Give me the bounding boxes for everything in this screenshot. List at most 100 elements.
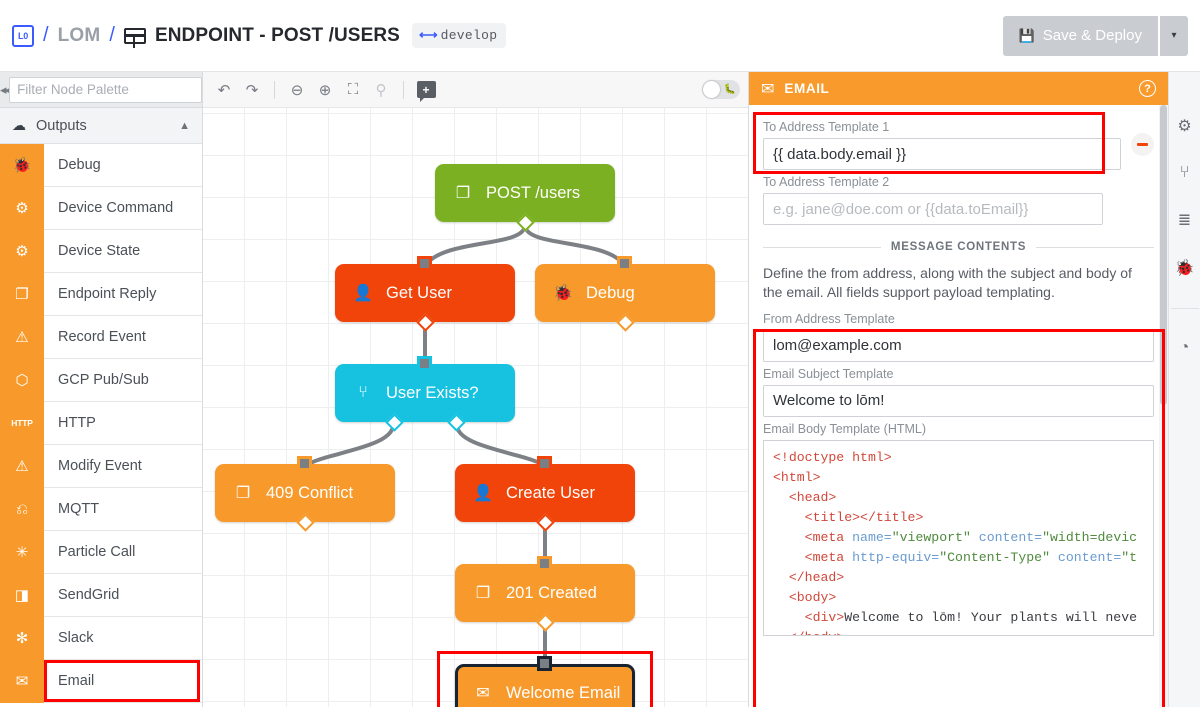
flow-node-label: 201 Created bbox=[506, 583, 597, 602]
palette-item-gcp-pub-sub[interactable]: ⬡ GCP Pub/Sub bbox=[0, 358, 202, 402]
palette-item-label: Slack bbox=[58, 630, 94, 646]
save-options-caret-button[interactable]: ▾ bbox=[1158, 15, 1188, 56]
code-token: <title></title> bbox=[804, 509, 924, 525]
flow-node-label: Get User bbox=[386, 283, 453, 302]
node-config-panel: ✉ EMAIL ? To Address Template 1 To Addre… bbox=[748, 72, 1168, 707]
panel-scrollbar[interactable] bbox=[1159, 105, 1168, 707]
to-address-1-input[interactable] bbox=[763, 138, 1121, 170]
chevron-up-icon[interactable]: ▲ bbox=[179, 120, 190, 132]
canvas-toolbar: ↶ ↷ ⊖ ⊕ ⛶ ⚲ + 🐛 bbox=[203, 72, 748, 108]
to-address-2-label: To Address Template 2 bbox=[763, 175, 890, 189]
branch-badge[interactable]: ⟷ develop bbox=[411, 23, 507, 48]
node-input-port[interactable] bbox=[297, 456, 312, 471]
to-address-2-input[interactable] bbox=[763, 193, 1103, 225]
palette-item-label: Email bbox=[58, 673, 95, 689]
flow-canvas[interactable]: ❐ POST /users 👤 Get User 🐞 Debug ⑂ User Exists?… bbox=[203, 108, 748, 707]
settings-icon[interactable]: ⚙ bbox=[1177, 116, 1191, 136]
fit-screen-button[interactable]: ⛶ bbox=[340, 77, 366, 103]
redo-button[interactable]: ↷ bbox=[239, 77, 265, 103]
email-subject-input[interactable] bbox=[763, 384, 1154, 417]
palette-item-debug[interactable]: 🐞 Debug bbox=[0, 143, 202, 187]
code-token: "t bbox=[1121, 549, 1138, 565]
cloud-icon: ☁ bbox=[12, 117, 26, 133]
email-body-label: Email Body Template (HTML) bbox=[763, 421, 927, 436]
palette-item-device-command[interactable]: ⚙ Device Command bbox=[0, 186, 202, 230]
palette-item-slack[interactable]: ✻ Slack bbox=[0, 616, 202, 660]
message-contents-description: Define the from address, along with the … bbox=[763, 265, 1132, 301]
flow-node-label: POST /users bbox=[486, 183, 581, 202]
zoom-in-button[interactable]: ⊕ bbox=[312, 77, 338, 103]
bug-icon: 🐞 bbox=[553, 285, 573, 302]
zoom-out-button[interactable]: ⊖ bbox=[284, 77, 310, 103]
toolbar-divider-1 bbox=[274, 80, 275, 99]
toolbar-divider-2 bbox=[403, 80, 404, 99]
palette-item-sendgrid[interactable]: ◨ SendGrid bbox=[0, 573, 202, 617]
config-panel-header: ✉ EMAIL ? bbox=[749, 72, 1168, 105]
remove-to-address-button[interactable] bbox=[1131, 133, 1154, 156]
deploy-globe-icon[interactable]: ◔ bbox=[1180, 339, 1190, 357]
save-and-deploy-button[interactable]: 💾 Save & Deploy bbox=[1002, 15, 1158, 56]
modify-event-icon: ⚠ bbox=[0, 444, 44, 488]
node-palette: ◂◂ ☁ Outputs ▲ 🐞 Debug ⚙ Device Command ⚙ Dev… bbox=[0, 72, 203, 707]
data-tables-icon[interactable]: ≣ bbox=[1178, 210, 1191, 230]
collapse-palette-button[interactable]: ◂◂ bbox=[0, 72, 11, 108]
palette-item-label: Record Event bbox=[58, 329, 146, 345]
app-logo[interactable]: L0 bbox=[12, 24, 34, 47]
palette-item-label: Endpoint Reply bbox=[58, 286, 157, 302]
breadcrumb-org[interactable]: LOM bbox=[58, 25, 101, 47]
code-token: <head> bbox=[788, 489, 837, 505]
branch-label: develop bbox=[440, 27, 498, 43]
node-input-port[interactable] bbox=[617, 256, 632, 271]
message-contents-label: MESSAGE CONTENTS bbox=[890, 241, 1027, 253]
node-input-port[interactable] bbox=[537, 656, 552, 671]
branch-icon: ⑂ bbox=[358, 384, 368, 401]
create-user-icon: 👤 bbox=[473, 485, 493, 502]
email-icon: ✉ bbox=[476, 685, 490, 702]
bug-icon: 🐞 bbox=[0, 143, 44, 187]
to-address-1-row: To Address Template 1 bbox=[763, 115, 1154, 170]
debug-icon[interactable]: 🐞 bbox=[1175, 258, 1195, 278]
palette-item-mqtt[interactable]: ⎌ MQTT bbox=[0, 487, 202, 531]
debug-toggle[interactable]: 🐛 bbox=[702, 80, 740, 99]
comment-plus-icon: + bbox=[416, 81, 436, 102]
node-input-port[interactable] bbox=[417, 356, 432, 371]
palette-group-outputs[interactable]: ☁ Outputs ▲ bbox=[0, 108, 202, 144]
email-subject-label: Email Subject Template bbox=[763, 366, 894, 381]
filter-node-palette-input[interactable] bbox=[9, 76, 202, 103]
flow-node-user-exists[interactable]: ⑂ User Exists? bbox=[335, 364, 515, 422]
branch-icon: ⟷ bbox=[418, 27, 438, 42]
palette-item-device-state[interactable]: ⚙ Device State bbox=[0, 229, 202, 273]
panel-scrollbar-thumb[interactable] bbox=[1160, 105, 1167, 405]
http-icon: HTTP bbox=[0, 401, 44, 445]
code-line: <div>Welcome to lōm! Your plants will ne… bbox=[773, 608, 1153, 628]
palette-item-list: 🐞 Debug ⚙ Device Command ⚙ Device State ❐ Endpo… bbox=[0, 143, 202, 703]
from-address-input[interactable] bbox=[763, 329, 1154, 362]
palette-item-email[interactable]: ✉ Email bbox=[0, 659, 202, 703]
node-input-port[interactable] bbox=[537, 456, 552, 471]
palette-item-record-event[interactable]: ⚠ Record Event bbox=[0, 315, 202, 359]
add-comment-button[interactable]: + bbox=[413, 77, 439, 103]
search-icon: ⚲ bbox=[368, 77, 394, 103]
minus-icon bbox=[1137, 143, 1148, 146]
help-icon[interactable]: ? bbox=[1139, 80, 1156, 97]
endpoint-icon bbox=[123, 27, 146, 48]
version-branch-icon[interactable]: ⑂ bbox=[1180, 164, 1190, 182]
node-input-port[interactable] bbox=[537, 556, 552, 571]
node-input-port[interactable] bbox=[417, 256, 432, 271]
palette-toolbar: ◂◂ bbox=[0, 72, 202, 108]
email-icon: ✉ bbox=[0, 659, 44, 703]
palette-item-particle-call[interactable]: ✳ Particle Call bbox=[0, 530, 202, 574]
palette-item-http[interactable]: HTTP HTTP bbox=[0, 401, 202, 445]
palette-item-endpoint-reply[interactable]: ❐ Endpoint Reply bbox=[0, 272, 202, 316]
top-bar: L0 / LOM / ENDPOINT - POST /USERS ⟷ deve… bbox=[0, 0, 1200, 72]
email-body-code-editor[interactable]: <!doctype html> <html> <head> <title></ti… bbox=[763, 439, 1154, 636]
breadcrumb-separator-2: / bbox=[109, 24, 115, 46]
palette-item-label: MQTT bbox=[58, 501, 100, 517]
palette-item-modify-event[interactable]: ⚠ Modify Event bbox=[0, 444, 202, 488]
undo-button[interactable]: ↶ bbox=[211, 77, 237, 103]
